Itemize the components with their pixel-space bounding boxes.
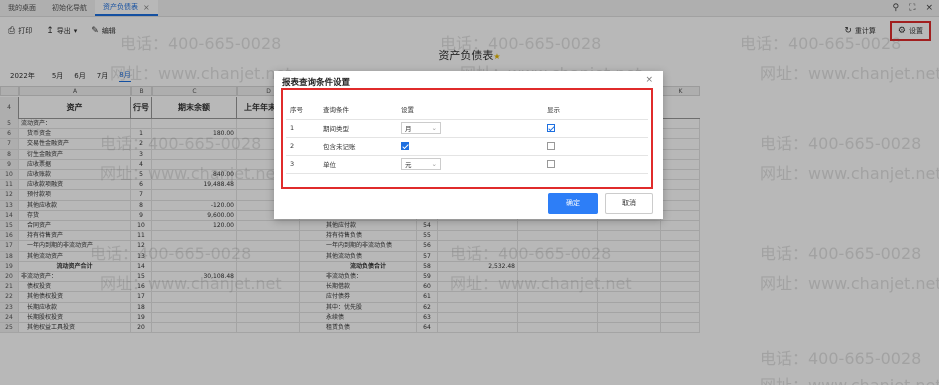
row-condition: 期间类型 xyxy=(319,119,397,138)
conditions-table: 序号 查询条件 设置 显示 1 期间类型 月 ⌄ 2 包含未记账 3 单位 元 ⌄ xyxy=(286,100,648,174)
col-header-setting: 设置 xyxy=(397,100,543,120)
chevron-down-icon: ⌄ xyxy=(431,160,437,168)
close-icon[interactable]: × xyxy=(645,75,653,85)
display-checkbox[interactable] xyxy=(547,160,555,168)
col-header-no: 序号 xyxy=(286,100,319,120)
col-header-condition: 查询条件 xyxy=(319,100,397,120)
display-cell xyxy=(543,155,648,174)
period-type-select[interactable]: 月 ⌄ xyxy=(401,122,441,134)
select-value: 元 xyxy=(405,161,412,169)
display-checkbox[interactable] xyxy=(547,142,555,150)
include-unposted-checkbox[interactable] xyxy=(401,142,409,150)
query-settings-dialog: 报表查询条件设置 × 序号 查询条件 设置 显示 1 期间类型 月 ⌄ 2 包含未… xyxy=(274,71,663,219)
table-row: 2 包含未记账 xyxy=(286,137,648,156)
select-value: 月 xyxy=(405,125,412,133)
cancel-button[interactable]: 取消 xyxy=(605,193,653,214)
table-row: 3 单位 元 ⌄ xyxy=(286,155,648,174)
setting-cell: 月 ⌄ xyxy=(397,119,543,138)
display-cell xyxy=(543,137,648,156)
col-header-display: 显示 xyxy=(543,100,648,120)
confirm-button[interactable]: 确定 xyxy=(548,193,598,214)
display-checkbox[interactable] xyxy=(547,124,555,132)
setting-cell: 元 ⌄ xyxy=(397,155,543,174)
chevron-down-icon: ⌄ xyxy=(431,124,437,132)
row-condition: 包含未记账 xyxy=(319,137,397,156)
table-header-row: 序号 查询条件 设置 显示 xyxy=(286,100,648,120)
row-no: 3 xyxy=(286,155,319,174)
unit-select[interactable]: 元 ⌄ xyxy=(401,158,441,170)
dialog-title: 报表查询条件设置 xyxy=(282,78,351,88)
table-row: 1 期间类型 月 ⌄ xyxy=(286,119,648,138)
row-no: 2 xyxy=(286,137,319,156)
row-condition: 单位 xyxy=(319,155,397,174)
setting-cell xyxy=(397,137,543,156)
display-cell xyxy=(543,119,648,138)
row-no: 1 xyxy=(286,119,319,138)
